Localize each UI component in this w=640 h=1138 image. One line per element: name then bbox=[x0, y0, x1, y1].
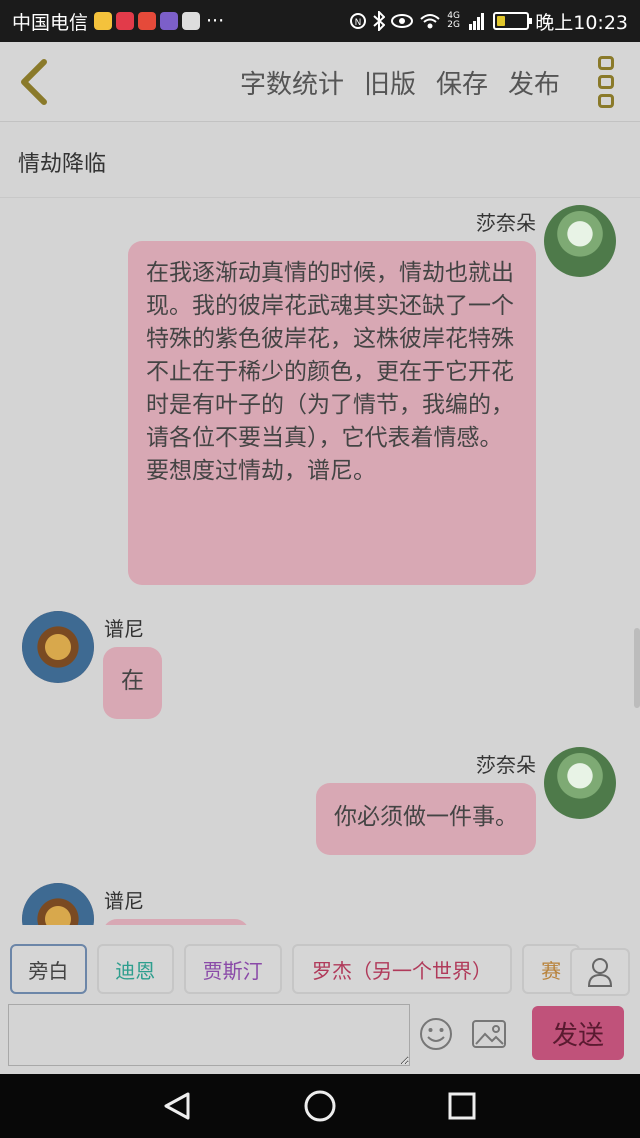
role-dean[interactable]: 迪恩 bbox=[96, 944, 174, 994]
scrollbar[interactable] bbox=[634, 628, 640, 708]
message-bubble bbox=[103, 919, 249, 925]
battery-icon bbox=[493, 12, 533, 30]
message-right[interactable]: 莎奈朵 你必须做一件事。 bbox=[0, 739, 640, 869]
speaker-name: 莎奈朵 bbox=[476, 753, 536, 777]
user-icon bbox=[587, 958, 613, 987]
avatar[interactable] bbox=[544, 747, 616, 819]
nav-home-button[interactable] bbox=[302, 1088, 338, 1124]
story-title[interactable]: 情劫降临 bbox=[0, 122, 640, 198]
square-recents-icon bbox=[448, 1092, 476, 1120]
send-button[interactable]: 发送 bbox=[532, 1006, 624, 1060]
emoji-button[interactable] bbox=[418, 1016, 454, 1052]
signal-icon bbox=[469, 13, 485, 30]
eye-comfort-icon bbox=[391, 14, 414, 28]
toolbar-actions: 字数统计 旧版 保存 发布 bbox=[240, 42, 560, 122]
speaker-name: 莎奈朵 bbox=[476, 211, 536, 235]
smiley-icon bbox=[420, 1018, 452, 1050]
video-app-icon bbox=[116, 12, 135, 30]
role-justin[interactable]: 贾斯汀 bbox=[183, 944, 282, 994]
avatar[interactable] bbox=[544, 205, 616, 277]
bluetooth-icon bbox=[373, 11, 386, 31]
message-left[interactable]: 谱尼 在 bbox=[0, 599, 640, 739]
huawei-app-icon bbox=[138, 12, 157, 30]
word-count-button[interactable]: 字数统计 bbox=[240, 64, 344, 101]
network-type-label: 4G 2G bbox=[447, 11, 460, 30]
avatar[interactable] bbox=[22, 883, 94, 925]
more-dot-icon bbox=[598, 56, 614, 70]
add-role-button[interactable] bbox=[570, 948, 630, 996]
nfc-icon: N bbox=[350, 13, 367, 29]
role-narrator[interactable]: 旁白 bbox=[10, 944, 87, 994]
triangle-back-icon bbox=[164, 1092, 190, 1120]
composer: 发送 bbox=[0, 1002, 640, 1072]
system-nav-bar bbox=[0, 1074, 640, 1138]
more-dot-icon bbox=[598, 75, 614, 89]
save-button[interactable]: 保存 bbox=[436, 64, 488, 101]
back-button[interactable] bbox=[14, 58, 54, 106]
more-menu-button[interactable] bbox=[598, 56, 618, 108]
more-dot-icon bbox=[598, 94, 614, 108]
message-bubble: 在 bbox=[103, 647, 162, 719]
send-app-icon bbox=[182, 12, 201, 30]
nav-recents-button[interactable] bbox=[444, 1088, 480, 1124]
chat-area[interactable]: 莎奈朵 在我逐渐动真情的时候，情劫也就出现。我的彼岸花武魂其实还缺了一个特殊的紫… bbox=[0, 199, 640, 925]
image-button[interactable] bbox=[470, 1016, 508, 1052]
chevron-left-icon bbox=[21, 59, 47, 105]
avatar[interactable] bbox=[22, 611, 94, 683]
svg-text:N: N bbox=[355, 18, 362, 28]
message-bubble: 你必须做一件事。 bbox=[316, 783, 536, 855]
carrier-label: 中国电信 bbox=[12, 11, 89, 34]
app-notification-icon bbox=[94, 12, 113, 30]
more-notifications-label: ··· bbox=[206, 10, 225, 32]
speaker-name: 谱尼 bbox=[104, 617, 144, 641]
speaker-name: 谱尼 bbox=[104, 889, 144, 913]
publish-button[interactable]: 发布 bbox=[508, 64, 560, 101]
circle-home-icon bbox=[304, 1090, 336, 1122]
wifi-icon bbox=[420, 14, 440, 29]
role-roger[interactable]: 罗杰（另一个世界） bbox=[291, 944, 513, 994]
purple-app-icon bbox=[160, 12, 179, 30]
old-version-button[interactable]: 旧版 bbox=[364, 64, 416, 101]
clock: 晚上10:23 bbox=[535, 11, 628, 34]
message-bubble: 在我逐渐动真情的时候，情劫也就出现。我的彼岸花武魂其实还缺了一个特殊的紫色彼岸花… bbox=[128, 241, 536, 585]
top-toolbar: 字数统计 旧版 保存 发布 bbox=[0, 42, 640, 122]
status-bar: 中国电信 ··· N 4G 2G 晚上10:23 bbox=[0, 0, 640, 42]
message-right[interactable]: 莎奈朵 在我逐渐动真情的时候，情劫也就出现。我的彼岸花武魂其实还缺了一个特殊的紫… bbox=[0, 199, 640, 599]
image-icon bbox=[472, 1020, 506, 1048]
role-selector: 旁白 迪恩 贾斯汀 罗杰（另一个世界） 赛 bbox=[0, 944, 580, 1004]
nav-back-button[interactable] bbox=[160, 1088, 196, 1124]
message-input[interactable] bbox=[8, 1004, 410, 1066]
message-left[interactable]: 谱尼 bbox=[0, 879, 640, 925]
